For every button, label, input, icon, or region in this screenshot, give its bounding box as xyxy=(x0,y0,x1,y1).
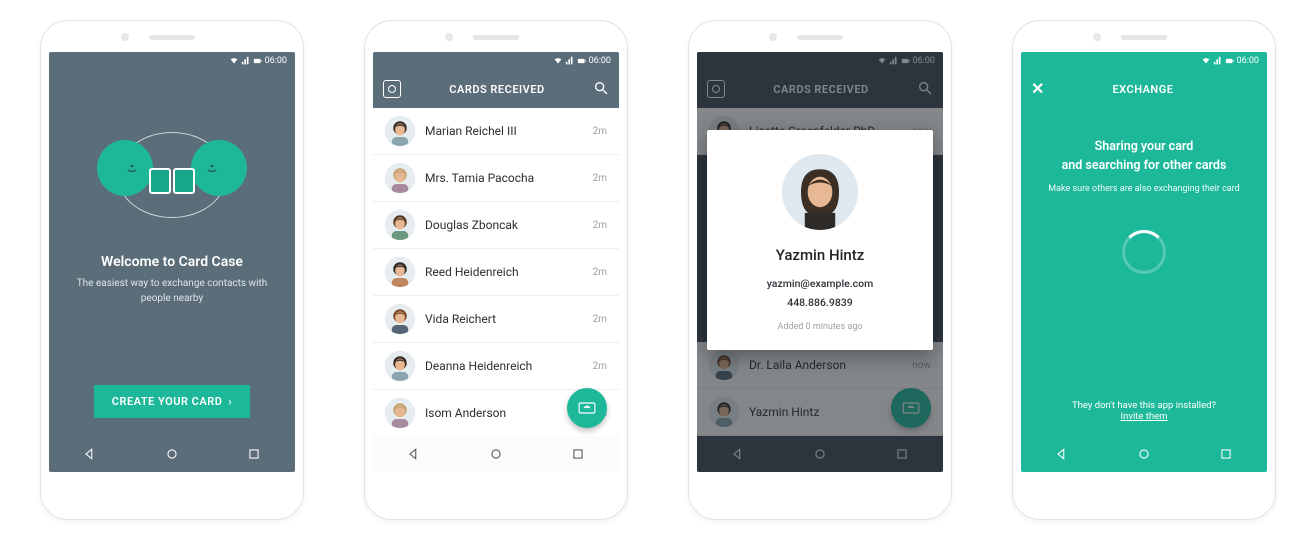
contact-time: 2m xyxy=(593,173,607,184)
avatar xyxy=(385,210,415,240)
phone-frame-1: 06:00 Welcome to Card Case The easiest w… xyxy=(40,20,304,520)
appbar-title: CARDS RECEIVED xyxy=(401,83,593,96)
contact-row[interactable]: Reed Heidenreich 2m xyxy=(373,249,619,296)
close-icon[interactable]: ✕ xyxy=(1031,81,1045,97)
avatar xyxy=(385,304,415,334)
contact-name: Reed Heidenreich xyxy=(425,265,583,279)
android-nav-bar xyxy=(49,436,295,472)
signal-icon xyxy=(565,56,575,66)
create-card-label: CREATE YOUR CARD xyxy=(112,395,223,408)
broadcast-icon xyxy=(577,400,597,416)
contact-name: Vida Reichert xyxy=(425,312,583,326)
status-time: 06:00 xyxy=(589,56,611,66)
avatar xyxy=(385,116,415,146)
nav-back-icon[interactable] xyxy=(1055,447,1069,461)
battery-icon xyxy=(253,56,263,66)
contact-name: Deanna Heidenreich xyxy=(425,359,583,373)
contact-time: 2m xyxy=(593,314,607,325)
contact-time: 2m xyxy=(593,126,607,137)
contact-name: Yazmin Hintz xyxy=(776,246,865,264)
exchange-fab[interactable] xyxy=(567,388,607,428)
loading-spinner-icon xyxy=(1122,230,1166,274)
nav-home-icon[interactable] xyxy=(489,447,503,461)
contact-phone: 448.886.9839 xyxy=(787,296,853,309)
contact-row[interactable]: Mrs. Tamia Pacocha 2m xyxy=(373,155,619,202)
avatar xyxy=(385,163,415,193)
status-time: 06:00 xyxy=(265,56,287,66)
contacts-list[interactable]: Marian Reichel III 2m Mrs. Tamia Pacocha… xyxy=(373,108,619,436)
welcome-subtitle: The easiest way to exchange contacts wit… xyxy=(69,276,275,306)
avatar xyxy=(385,257,415,287)
status-bar: 06:00 xyxy=(373,52,619,70)
app-bar: CARDS RECEIVED xyxy=(373,70,619,108)
contact-name: Mrs. Tamia Pacocha xyxy=(425,171,583,185)
invite-link[interactable]: Invite them xyxy=(1121,411,1168,422)
contact-avatar xyxy=(782,154,858,230)
contact-row[interactable]: Vida Reichert 2m xyxy=(373,296,619,343)
contact-name: Douglas Zboncak xyxy=(425,218,583,232)
avatar xyxy=(385,351,415,381)
avatar xyxy=(385,398,415,428)
status-bar: 06:00 xyxy=(1021,52,1267,70)
phone-frame-2: 06:00 CARDS RECEIVED Marian Reichel III … xyxy=(364,20,628,520)
contact-row[interactable]: Marian Reichel III 2m xyxy=(373,108,619,155)
nav-recent-icon[interactable] xyxy=(1219,447,1233,461)
contacts-list-screen: 06:00 CARDS RECEIVED Marian Reichel III … xyxy=(373,52,619,472)
contact-card-modal: Yazmin Hintz yazmin@example.com 448.886.… xyxy=(707,130,933,350)
android-nav-bar xyxy=(1021,436,1267,472)
contact-time: 2m xyxy=(593,267,607,278)
phone-frame-4: 06:00 ✕ EXCHANGE Sharing your card and s… xyxy=(1012,20,1276,520)
battery-icon xyxy=(577,56,587,66)
nav-home-icon[interactable] xyxy=(1137,447,1151,461)
create-card-button[interactable]: CREATE YOUR CARD › xyxy=(94,385,250,418)
appbar-title: EXCHANGE xyxy=(1045,83,1241,96)
nav-back-icon[interactable] xyxy=(83,447,97,461)
status-time: 06:00 xyxy=(1237,56,1259,66)
wifi-icon xyxy=(229,56,239,66)
search-icon[interactable] xyxy=(593,80,609,99)
exchange-heading: Sharing your card and searching for othe… xyxy=(1062,138,1227,176)
nav-back-icon[interactable] xyxy=(407,447,421,461)
signal-icon xyxy=(241,56,251,66)
contact-email: yazmin@example.com xyxy=(767,277,874,290)
welcome-screen: 06:00 Welcome to Card Case The easiest w… xyxy=(49,52,295,472)
nav-recent-icon[interactable] xyxy=(247,447,261,461)
contact-row[interactable]: Deanna Heidenreich 2m xyxy=(373,343,619,390)
contact-detail-screen: 06:00 CARDS RECEIVED Lisette Greenfelder… xyxy=(697,52,943,472)
exchange-illustration xyxy=(97,122,247,232)
app-logo-icon[interactable] xyxy=(383,80,401,98)
contact-time: 2m xyxy=(593,361,607,372)
app-bar: ✕ EXCHANGE xyxy=(1021,70,1267,108)
contact-time: 2m xyxy=(593,220,607,231)
nav-recent-icon[interactable] xyxy=(571,447,585,461)
signal-icon xyxy=(1213,56,1223,66)
exchange-subtext: Make sure others are also exchanging the… xyxy=(1048,184,1239,194)
contact-row[interactable]: Douglas Zboncak 2m xyxy=(373,202,619,249)
battery-icon xyxy=(1225,56,1235,66)
contact-name: Isom Anderson xyxy=(425,406,583,420)
phone-frame-3: 06:00 CARDS RECEIVED Lisette Greenfelder… xyxy=(688,20,952,520)
invite-footer: They don't have this app installed? Invi… xyxy=(1072,400,1216,422)
chevron-right-icon: › xyxy=(228,395,232,408)
nav-home-icon[interactable] xyxy=(165,447,179,461)
wifi-icon xyxy=(1201,56,1211,66)
android-nav-bar xyxy=(373,436,619,472)
status-bar: 06:00 xyxy=(49,52,295,70)
wifi-icon xyxy=(553,56,563,66)
contact-added-time: Added 0 minutes ago xyxy=(777,322,862,332)
contact-name: Marian Reichel III xyxy=(425,124,583,138)
welcome-title: Welcome to Card Case xyxy=(101,254,243,270)
exchange-screen: 06:00 ✕ EXCHANGE Sharing your card and s… xyxy=(1021,52,1267,472)
